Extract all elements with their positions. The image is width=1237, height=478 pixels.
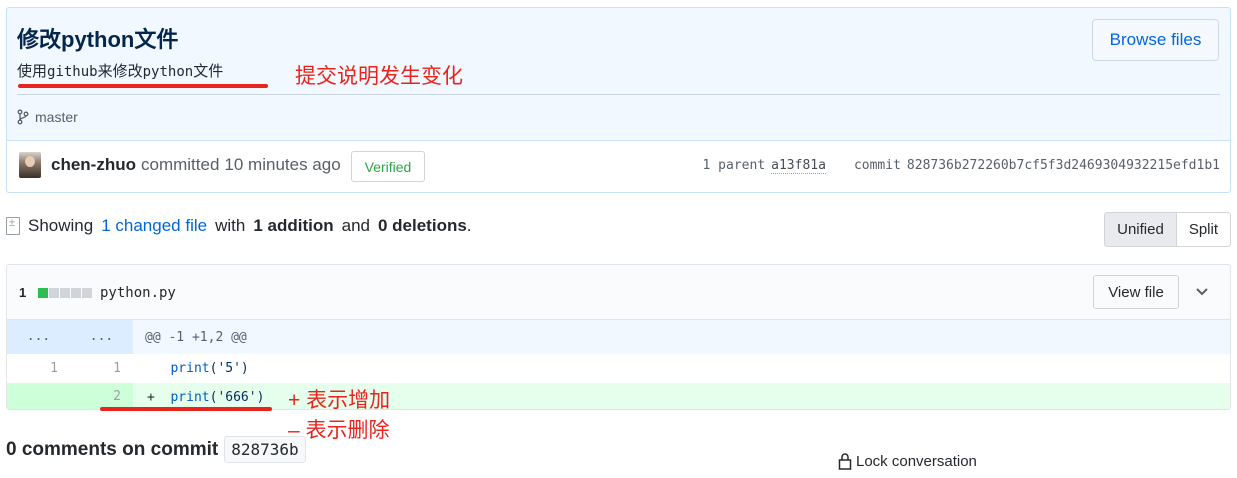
commit-header: 修改python文件 使用github来修改python文件 Browse fi… — [6, 7, 1231, 193]
and-text: and — [341, 216, 370, 235]
verified-badge[interactable]: Verified — [351, 151, 425, 182]
code-function: print — [170, 389, 210, 405]
file-header: 1 python.py View file — [7, 265, 1230, 320]
comments-heading: 0 comments on commit 828736b — [6, 436, 306, 463]
view-file-button[interactable]: View file — [1093, 275, 1179, 309]
code-args: ('5') — [209, 361, 249, 376]
code-line: + print('666') — [133, 390, 264, 405]
branch-info: master — [17, 109, 78, 125]
sha-info: 1 parent a13f81a commit 828736b272260b7c… — [703, 158, 1220, 174]
additions-count: 1 addition — [253, 216, 334, 235]
split-button[interactable]: Split — [1176, 212, 1231, 247]
file-diff: 1 python.py View file ... ... @@ -1 +1,2… — [6, 264, 1231, 410]
diffstat-block — [71, 288, 81, 298]
plus-meaning-annotation: + 表示增加 — [288, 389, 391, 412]
lock-icon — [838, 453, 852, 470]
lock-conversation-button[interactable]: Lock conversation — [838, 452, 977, 470]
diff-summary: Showing 1 changed file with 1 addition a… — [6, 216, 472, 236]
code-args: ('666') — [209, 389, 265, 405]
diffstat-block — [82, 288, 92, 298]
author-line: chen-zhuo committed 10 minutes ago — [51, 155, 341, 175]
commit-time: 10 minutes ago — [224, 155, 341, 174]
commit-label: commit — [853, 158, 901, 173]
chevron-down-icon — [1196, 288, 1208, 296]
deletions-count: 0 deletions — [377, 216, 467, 235]
code-line: print('5') — [133, 361, 249, 376]
commit-description: 使用github来修改python文件 — [17, 60, 223, 81]
commit-meta: chen-zhuo committed 10 minutes ago Verif… — [7, 140, 1230, 192]
code-function: print — [170, 361, 210, 376]
diffstat-block-added — [38, 288, 48, 298]
old-line-number[interactable] — [7, 383, 70, 409]
author-link[interactable]: chen-zhuo — [51, 155, 136, 175]
commit-title: 修改python文件 — [17, 27, 179, 52]
commit-desc-prefix: 使用 — [17, 63, 48, 80]
comments-commit-sha: 828736b — [224, 436, 306, 463]
parent-sha-link[interactable]: a13f81a — [771, 158, 826, 174]
diffstat-block — [60, 288, 70, 298]
showing-text: Showing — [28, 216, 94, 235]
commit-desc-suffix: 文件 — [193, 63, 224, 80]
collapse-chevron[interactable] — [1192, 282, 1212, 302]
diff-line-addition: 2 + print('666') — [7, 383, 1230, 409]
unified-button[interactable]: Unified — [1104, 212, 1177, 247]
parent-label: 1 parent — [702, 158, 766, 173]
new-line-number[interactable]: 1 — [70, 361, 133, 376]
branch-name[interactable]: master — [35, 109, 78, 125]
avatar[interactable] — [19, 152, 41, 178]
period-text: . — [466, 216, 472, 235]
diffstat — [38, 288, 92, 298]
commit-desc-mid: 来修改 — [97, 63, 143, 80]
browse-files-button[interactable]: Browse files — [1092, 19, 1219, 61]
addition-underline-annotation — [100, 407, 272, 411]
description-underline-annotation — [18, 84, 268, 88]
commit-desc-mono1: github — [47, 64, 98, 80]
diff-view-toggle: Unified Split — [1104, 212, 1231, 247]
diff-line-context: 1 1 print('5') — [7, 354, 1230, 383]
lock-label: Lock conversation — [856, 452, 977, 470]
expand-up-button[interactable]: ... — [7, 320, 70, 354]
commit-sha: 828736b272260b7cf5f3d2469304932215efd1b1 — [906, 158, 1220, 173]
expand-down-button[interactable]: ... — [70, 320, 133, 354]
changed-files-link[interactable]: 1 changed file — [101, 216, 207, 236]
line-marker — [147, 361, 155, 376]
hunk-header: @@ -1 +1,2 @@ — [145, 329, 247, 345]
with-text: with — [215, 216, 246, 235]
comments-title: 0 comments on commit — [6, 438, 219, 460]
hunk-row: ... ... @@ -1 +1,2 @@ — [7, 320, 1230, 354]
divider — [17, 94, 1220, 95]
file-diff-icon — [6, 217, 20, 235]
new-line-number[interactable]: 2 — [70, 383, 133, 409]
diffstat-block — [49, 288, 59, 298]
git-branch-icon — [17, 109, 29, 125]
commit-desc-mono2: python — [142, 64, 194, 80]
line-marker: + — [147, 389, 155, 405]
file-name[interactable]: python.py — [100, 285, 176, 301]
committed-text: committed — [141, 155, 220, 174]
commit-change-annotation: 提交说明发生变化 — [295, 65, 463, 88]
diff-count: 1 — [19, 285, 27, 300]
old-line-number[interactable]: 1 — [7, 361, 70, 376]
